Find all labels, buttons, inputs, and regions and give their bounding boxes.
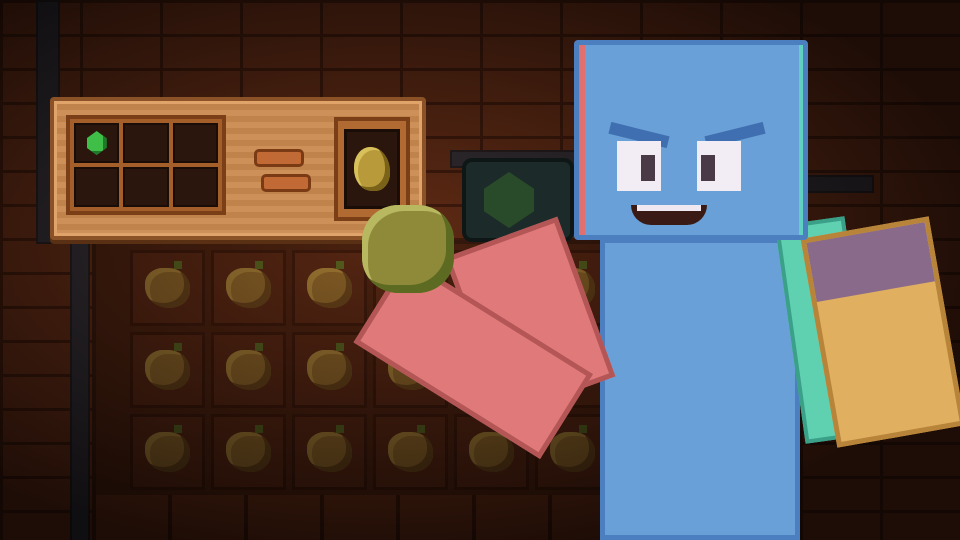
crafting-result-slot[interactable] <box>344 129 400 209</box>
potato-icon <box>354 146 390 192</box>
crafting-slot-4[interactable] <box>74 167 120 207</box>
crafting-arrow-top <box>254 149 304 167</box>
emerald-icon <box>86 131 107 155</box>
game-scene <box>0 0 960 540</box>
character-head <box>574 40 808 240</box>
crafting-grid <box>66 115 226 215</box>
crafting-arrow-bottom <box>261 174 311 192</box>
held-potato-icon <box>362 205 454 293</box>
crafting-slot-1[interactable] <box>74 123 120 163</box>
character-body <box>600 238 800 540</box>
character-left-eye <box>617 141 661 191</box>
character-right-eye <box>697 141 741 191</box>
character-mouth <box>631 205 707 225</box>
crafting-slot-2[interactable] <box>123 123 169 163</box>
emerald-icon <box>484 172 534 228</box>
crafting-slot-6[interactable] <box>172 167 218 207</box>
crafting-slot-5[interactable] <box>123 167 169 207</box>
crafting-slot-3[interactable] <box>172 123 218 163</box>
